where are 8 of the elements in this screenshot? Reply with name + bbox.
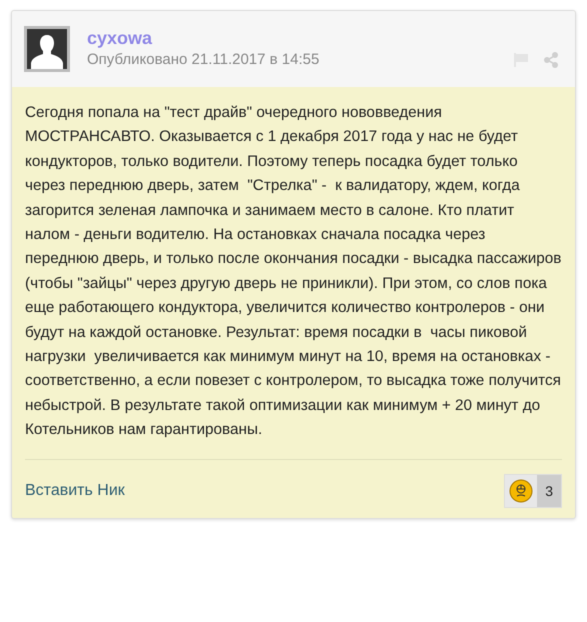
share-icon[interactable] bbox=[543, 52, 559, 68]
reaction-button[interactable]: 3 bbox=[504, 474, 562, 508]
post-text: Сегодня попала на "тест драйв" очередного нововведения МОСТРАНСАВТО. Оказывается с 1 декабря 2017 года у нас не будет кондукторов, только водители. Поэтому теперь посадка будет только через переднюю дверь, затем "Стрелка" - к валидатору, ждем, когда загорится зеленая лампочка и занимаем место в салоне. Кто платит налом - деньги водителю. На остановках сначала посадка через переднюю дверь, и только после окончания посадки - высадка пассажиров (чтобы "зайцы" через другую дверь не приникли). При этом, со слов пока еще работающего кондуктора, увеличится количество контролеров - они будут на каждой остановке. Результат: время посадки в часы пиковой нагрузки увеличивается как минимум минут на 10, время на остановках - соответственно, а если повезет с контролером, то высадка тоже получится небыстрой. В результате такой оптимизации как минимум + 20 минут до Котельников нам гарантированы. bbox=[25, 103, 562, 440]
insert-nick-link[interactable]: Вставить Ник bbox=[25, 482, 125, 500]
reaction-count: 3 bbox=[537, 474, 561, 507]
smiley-icon bbox=[509, 478, 534, 503]
publish-date: Опубликовано 21.11.2017 в 14:55 bbox=[87, 50, 320, 70]
avatar-icon bbox=[24, 26, 70, 72]
